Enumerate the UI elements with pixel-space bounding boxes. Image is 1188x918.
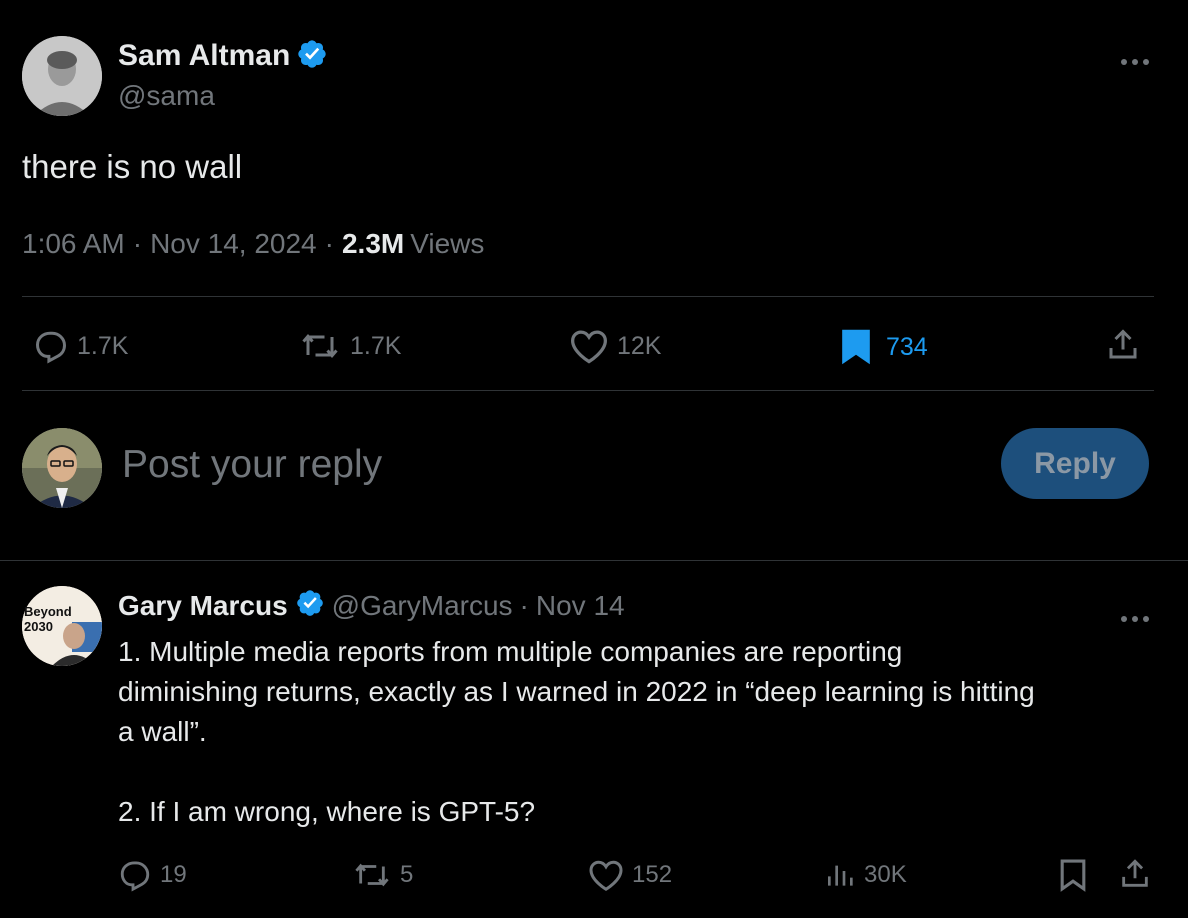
reply-reply-action[interactable]: 19	[118, 858, 187, 892]
divider	[22, 296, 1154, 297]
author-name[interactable]: Sam Altman	[118, 39, 290, 73]
reply-date[interactable]: Nov 14	[536, 590, 625, 622]
reply-text-line: 2. If I am wrong, where is GPT-5?	[118, 796, 536, 827]
repost-action[interactable]: 1.7K	[298, 328, 401, 364]
bookmark-icon	[842, 329, 870, 365]
like-icon	[570, 330, 608, 364]
views-label: Views	[410, 228, 485, 259]
reply-bookmark-action[interactable]	[1058, 858, 1088, 892]
reply-views-count: 30K	[864, 861, 907, 888]
post-date[interactable]: Nov 14, 2024	[150, 228, 317, 260]
reply-text-line: a wall”.	[118, 716, 207, 747]
post-meta: 1:06 AM · Nov 14, 2024 · 2.3M Views	[22, 228, 484, 260]
views-count: 2.3M	[341, 228, 405, 259]
avatar-photo	[22, 36, 102, 116]
share-icon	[1109, 329, 1137, 359]
post-time[interactable]: 1:06 AM	[22, 228, 125, 260]
views-icon	[828, 865, 853, 886]
author-name-row: Sam Altman	[118, 38, 328, 74]
post-text: there is no wall	[22, 148, 243, 185]
reply-avatar-caption: Beyond 2030	[24, 604, 72, 634]
verified-badge-icon	[295, 588, 325, 625]
divider	[0, 560, 1188, 561]
composer-avatar[interactable]	[22, 428, 102, 508]
share-action[interactable]	[1105, 326, 1141, 364]
reply-reply-count: 19	[160, 861, 187, 888]
meta-separator: ·	[132, 228, 143, 259]
repost-icon	[355, 863, 389, 887]
bookmark-count: 734	[886, 332, 928, 361]
reply-count: 1.7K	[77, 331, 129, 360]
reply-input[interactable]: Post your reply	[122, 443, 382, 487]
reply-repost-action[interactable]: 5	[352, 858, 413, 892]
reply-icon	[120, 861, 150, 892]
reply-like-action[interactable]: 152	[588, 858, 672, 892]
author-avatar[interactable]	[22, 36, 102, 116]
avatar-photo	[22, 428, 102, 508]
reply-repost-count: 5	[400, 861, 414, 888]
reply-icon	[35, 331, 67, 364]
meta-separator: ·	[324, 228, 334, 259]
reply-text-line: 1. Multiple media reports from multiple …	[118, 636, 903, 667]
bookmark-action[interactable]: 734	[840, 328, 928, 366]
reply-share-action[interactable]	[1118, 856, 1152, 892]
reply-like-count: 152	[632, 861, 673, 888]
reply-views-action[interactable]: 30K	[824, 858, 907, 892]
divider	[22, 390, 1154, 391]
like-action[interactable]: 12K	[569, 328, 661, 364]
reply-action[interactable]: 1.7K	[33, 328, 128, 364]
reply-separator: ·	[519, 590, 529, 621]
more-icon[interactable]	[1120, 601, 1150, 629]
more-icon[interactable]	[1120, 44, 1150, 72]
reply-text-line: diminishing returns, exactly as I warned…	[118, 676, 1035, 707]
like-icon	[589, 860, 623, 891]
reply-header: Gary Marcus @GaryMarcus · Nov 14	[118, 588, 625, 624]
repost-count: 1.7K	[350, 331, 402, 360]
verified-badge-icon	[296, 38, 328, 75]
reply-author-name[interactable]: Gary Marcus	[118, 590, 288, 622]
like-count: 12K	[617, 331, 662, 360]
bookmark-icon	[1060, 859, 1086, 892]
reply-button[interactable]: Reply	[1001, 428, 1149, 499]
reply-author-handle[interactable]: @GaryMarcus	[332, 590, 513, 622]
author-handle[interactable]: @sama	[118, 80, 215, 112]
repost-icon	[302, 333, 338, 359]
share-icon	[1122, 859, 1148, 887]
reply-text: 1. Multiple media reports from multiple …	[118, 632, 1158, 832]
